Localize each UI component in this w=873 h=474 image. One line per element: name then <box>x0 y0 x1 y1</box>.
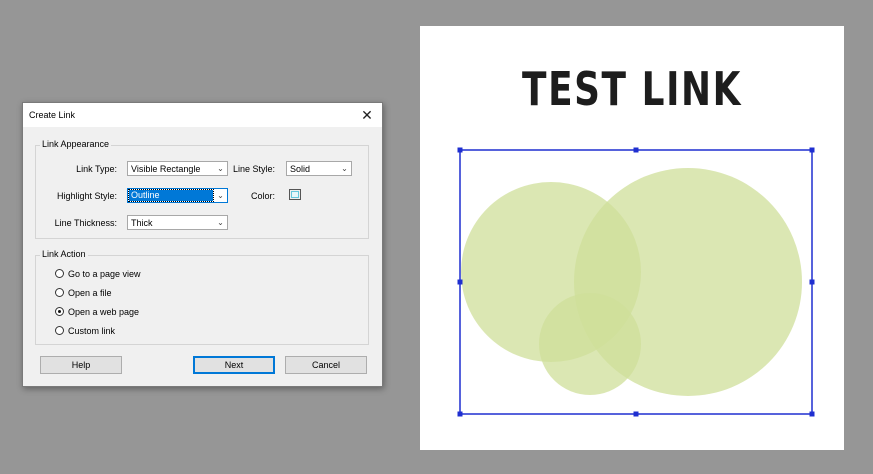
chevron-down-icon: ⌄ <box>217 218 224 227</box>
radio-label: Open a web page <box>68 307 140 317</box>
next-button[interactable]: Next <box>193 356 275 374</box>
circle-small <box>539 293 641 395</box>
line-thickness-value: Thick <box>131 218 153 228</box>
help-button[interactable]: Help <box>40 356 122 374</box>
highlight-style-label: Highlight Style: <box>56 191 117 201</box>
line-style-label: Line Style: <box>232 164 275 174</box>
highlight-style-select[interactable]: Outline ⌄ <box>127 188 228 203</box>
dialog-title: Create Link <box>29 110 76 120</box>
document-artwork <box>457 147 815 417</box>
title-bar[interactable]: Create Link ✕ <box>23 103 382 127</box>
color-swatch[interactable] <box>289 189 301 200</box>
link-appearance-legend: Link Appearance <box>40 139 112 149</box>
circle-group <box>461 168 802 396</box>
resize-handle[interactable] <box>633 411 639 417</box>
color-swatch-fill <box>291 191 299 198</box>
line-thickness-label: Line Thickness: <box>54 218 117 228</box>
radio-button[interactable] <box>55 288 64 297</box>
line-thickness-select[interactable]: Thick ⌄ <box>127 215 228 230</box>
resize-handle[interactable] <box>809 147 815 153</box>
radio-button-selected[interactable] <box>55 307 64 316</box>
radio-label: Go to a page view <box>68 269 141 279</box>
link-type-select[interactable]: Visible Rectangle ⌄ <box>127 161 228 176</box>
resize-handle[interactable] <box>457 147 463 153</box>
chevron-down-icon: ⌄ <box>341 164 348 173</box>
resize-handle[interactable] <box>457 411 463 417</box>
resize-handle[interactable] <box>809 411 815 417</box>
resize-handle[interactable] <box>633 147 639 153</box>
link-type-label: Link Type: <box>76 164 117 174</box>
line-style-select[interactable]: Solid ⌄ <box>286 161 352 176</box>
link-appearance-group: Link Appearance Link Type: Visible Recta… <box>35 139 369 239</box>
radio-label: Open a file <box>68 288 112 298</box>
cancel-button[interactable]: Cancel <box>285 356 367 374</box>
create-link-dialog: Create Link ✕ Link Appearance Link Type:… <box>22 102 383 387</box>
chevron-down-icon: ⌄ <box>217 191 224 200</box>
highlight-style-value: Outline <box>128 189 214 202</box>
chevron-down-icon: ⌄ <box>217 164 224 173</box>
link-type-value: Visible Rectangle <box>131 164 201 174</box>
resize-handle[interactable] <box>457 279 463 285</box>
line-style-value: Solid <box>290 164 311 174</box>
document-page: TEST LINK <box>420 26 844 450</box>
resize-handle[interactable] <box>809 279 815 285</box>
radio-button[interactable] <box>55 326 64 335</box>
link-action-legend: Link Action <box>40 249 88 259</box>
radio-label: Custom link <box>68 326 116 336</box>
close-icon[interactable]: ✕ <box>352 103 382 127</box>
color-label: Color: <box>250 191 275 201</box>
radio-button[interactable] <box>55 269 64 278</box>
